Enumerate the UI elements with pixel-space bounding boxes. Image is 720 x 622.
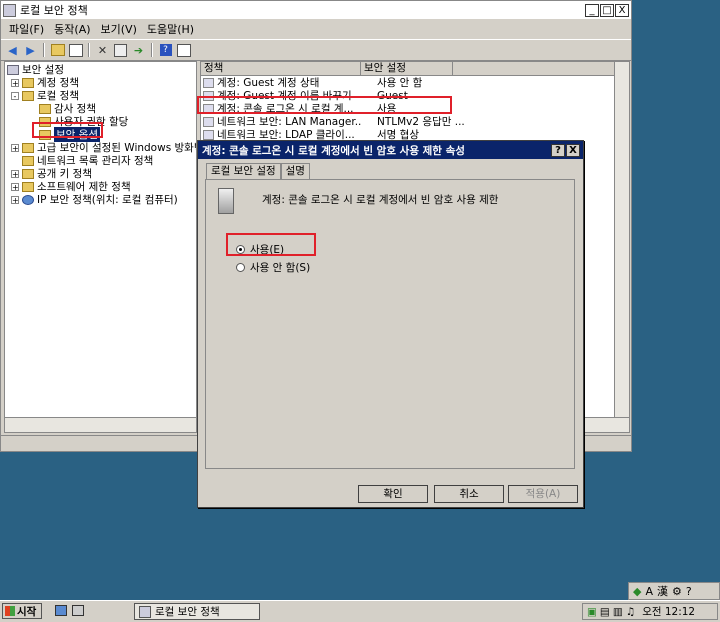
folder-icon xyxy=(22,77,34,88)
tree-pane: 보안 설정 + 계정 정책 - 로컬 정책 감사 정책 사용자 권한 할당 보안… xyxy=(4,61,197,433)
expand-icon[interactable]: + xyxy=(11,78,19,87)
tab-explain[interactable]: 설명 xyxy=(280,163,310,179)
menu-file[interactable]: 파일(F) xyxy=(9,21,44,37)
folder-icon xyxy=(22,90,34,101)
ime-icon[interactable]: ◆ xyxy=(633,585,641,598)
app-icon xyxy=(139,605,151,618)
column-header-blank xyxy=(453,62,616,76)
main-title: 로컬 보안 정책 xyxy=(20,4,88,17)
policy-description: 계정: 콘솔 로그온 시 로컬 계정에서 빈 암호 사용 제한 xyxy=(262,194,499,206)
security-settings-icon xyxy=(7,64,19,75)
tab-local-security-setting[interactable]: 로컬 보안 설정 xyxy=(206,163,281,179)
policy-icon xyxy=(203,116,214,127)
console-icon[interactable] xyxy=(176,43,191,57)
tree-hscrollbar[interactable] xyxy=(5,417,196,432)
start-label: 시작 xyxy=(17,605,37,618)
menu-help[interactable]: 도움말(H) xyxy=(147,21,194,37)
folder-icon xyxy=(22,181,34,192)
server-manager-icon[interactable] xyxy=(72,605,84,616)
annotation-box-policy-row xyxy=(197,96,452,114)
menu-bar: 파일(F) 동작(A) 보기(V) 도움말(H) xyxy=(1,19,631,39)
expand-icon[interactable]: + xyxy=(11,195,19,204)
expand-icon[interactable]: + xyxy=(11,182,19,191)
volume-icon[interactable]: ♫ xyxy=(626,606,635,618)
ok-button[interactable]: 확인 xyxy=(358,485,428,503)
server-icon xyxy=(218,188,234,214)
start-button[interactable]: 시작 xyxy=(2,603,42,619)
toolbar: ◀ ▶ ✕ ➔ ? xyxy=(1,39,631,61)
radio-disabled[interactable]: 사용 안 함(S) xyxy=(236,260,310,275)
cancel-button[interactable]: 취소 xyxy=(434,485,504,503)
menu-action[interactable]: 동작(A) xyxy=(54,21,90,37)
annotation-box-security-options xyxy=(32,122,103,138)
export-icon[interactable]: ➔ xyxy=(131,43,146,57)
tree-item-label: IP 보안 정책(위치: 로컬 컴퓨터) xyxy=(37,194,178,206)
ip-security-icon xyxy=(22,194,34,205)
policy-icon xyxy=(203,77,214,88)
column-header-setting[interactable]: 보안 설정 xyxy=(361,62,453,76)
tray-icon[interactable]: ▥ xyxy=(613,606,623,618)
maximize-button[interactable]: □ xyxy=(600,3,614,17)
column-header-policy[interactable]: 정책 xyxy=(201,62,361,76)
ime-help-icon[interactable]: ? xyxy=(686,585,692,598)
network-icon[interactable]: ▣ xyxy=(587,606,597,618)
folder-icon xyxy=(39,103,51,114)
help-icon[interactable]: ? xyxy=(158,43,173,57)
annotation-box-enabled-option xyxy=(226,233,316,256)
ime-settings-icon[interactable]: ⚙ xyxy=(672,585,682,598)
back-icon[interactable]: ◀ xyxy=(5,43,20,57)
folder-icon xyxy=(22,168,34,179)
tree-item-ip-security[interactable]: + IP 보안 정책(위치: 로컬 컴퓨터) xyxy=(11,193,178,206)
apply-button[interactable]: 적용(A) xyxy=(508,485,578,503)
expand-icon[interactable]: + xyxy=(11,169,19,178)
language-bar: ◆ A 漢 ⚙ ? xyxy=(628,582,720,600)
tree-view-icon[interactable] xyxy=(68,43,83,57)
dialog-panel: 계정: 콘솔 로그온 시 로컬 계정에서 빈 암호 사용 제한 사용(E) 사용… xyxy=(205,179,575,469)
folder-icon xyxy=(22,155,34,166)
hanja-button[interactable]: 漢 xyxy=(657,583,668,599)
main-titlebar[interactable]: 로컬 보안 정책 _ □ X xyxy=(1,1,631,19)
up-folder-icon[interactable] xyxy=(50,43,65,57)
security-icon[interactable]: ▤ xyxy=(600,606,610,618)
app-icon xyxy=(3,3,16,17)
clock[interactable]: 오전 12:12 xyxy=(642,604,695,619)
menu-view[interactable]: 보기(V) xyxy=(101,21,137,37)
close-button[interactable]: X xyxy=(615,3,629,17)
taskbar: 시작 로컬 보안 정책 ▣ ▤ ▥ ♫ 오전 12:12 xyxy=(0,600,720,622)
policy-setting: 사용 안 함 xyxy=(377,77,423,89)
dialog-tabs: 로컬 보안 설정 설명 xyxy=(206,163,310,179)
radio-unselected-icon xyxy=(236,263,245,272)
expand-icon[interactable]: + xyxy=(11,143,19,152)
list-vscrollbar[interactable] xyxy=(614,62,629,417)
minimize-button[interactable]: _ xyxy=(585,3,599,17)
dialog-titlebar[interactable]: 계정: 콘솔 로그온 시 로컬 계정에서 빈 암호 사용 제한 속성 ? X xyxy=(198,141,583,159)
toolbar-separator xyxy=(88,43,90,57)
collapse-icon[interactable]: - xyxy=(11,91,19,100)
dialog-title: 계정: 콘솔 로그온 시 로컬 계정에서 빈 암호 사용 제한 속성 xyxy=(202,144,465,157)
taskbar-item-label: 로컬 보안 정책 xyxy=(155,606,220,618)
properties-dialog: 계정: 콘솔 로그온 시 로컬 계정에서 빈 암호 사용 제한 속성 ? X 로… xyxy=(197,140,584,508)
radio-disabled-label: 사용 안 함(S) xyxy=(250,262,311,274)
forward-icon[interactable]: ▶ xyxy=(23,43,38,57)
windows-logo-icon xyxy=(5,606,15,616)
folder-icon xyxy=(22,142,34,153)
policy-icon xyxy=(203,129,214,140)
properties-icon[interactable] xyxy=(113,43,128,57)
system-tray: ▣ ▤ ▥ ♫ 오전 12:12 xyxy=(582,603,718,620)
taskbar-item-local-security-policy[interactable]: 로컬 보안 정책 xyxy=(134,603,260,620)
dialog-close-button[interactable]: X xyxy=(566,143,580,157)
toolbar-separator xyxy=(151,43,153,57)
dialog-help-button[interactable]: ? xyxy=(551,143,565,157)
show-desktop-icon[interactable] xyxy=(55,605,67,616)
ime-mode[interactable]: A xyxy=(645,585,653,598)
delete-icon[interactable]: ✕ xyxy=(95,43,110,57)
toolbar-separator xyxy=(43,43,45,57)
